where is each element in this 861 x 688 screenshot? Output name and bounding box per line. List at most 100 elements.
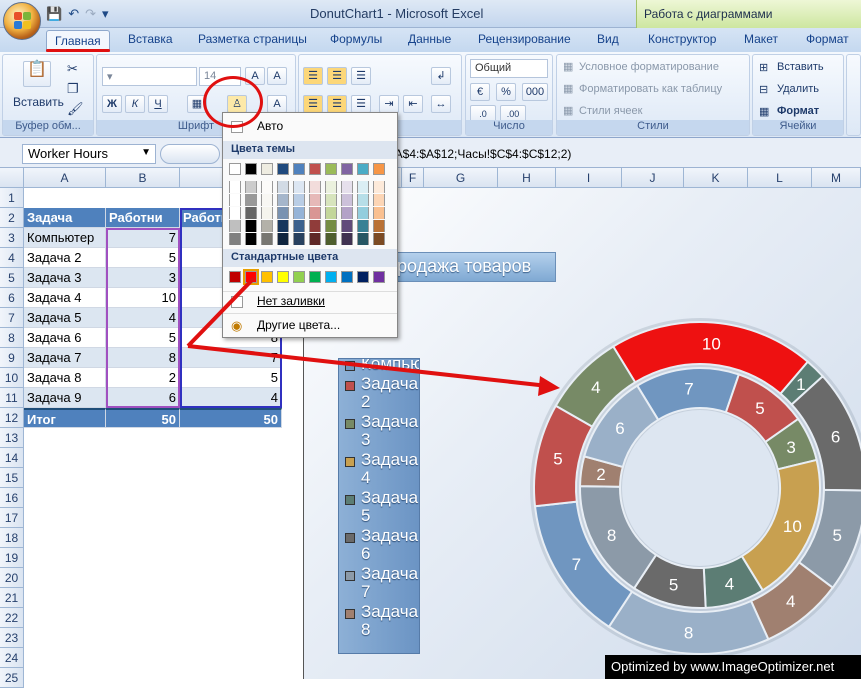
column-header[interactable]: M	[812, 168, 861, 188]
row-header[interactable]: 3	[0, 228, 24, 248]
indent-icon[interactable]: ⇥	[379, 95, 399, 113]
name-box-dropdown-icon[interactable]: ▼	[141, 147, 151, 158]
theme-color-shade[interactable]	[309, 233, 321, 245]
copy-icon[interactable]: ❐	[67, 81, 79, 97]
row-header[interactable]: 21	[0, 588, 24, 608]
theme-color-shade[interactable]	[245, 233, 257, 245]
align-left-icon[interactable]: ☰	[303, 95, 323, 113]
row-header[interactable]: 13	[0, 428, 24, 448]
legend-item[interactable]: Задача 6	[339, 527, 419, 563]
table-cell[interactable]: 10	[106, 288, 180, 308]
more-colors-item[interactable]: ◉ Другие цвета...	[223, 313, 397, 335]
row-header[interactable]: 2	[0, 208, 24, 228]
table-cell[interactable]: Задача 7	[24, 348, 106, 368]
theme-color-shade[interactable]	[325, 207, 337, 219]
legend-item[interactable]: Задача 2	[339, 375, 419, 411]
theme-color-shade[interactable]	[357, 220, 369, 232]
bold-button[interactable]: Ж	[102, 95, 122, 113]
office-button[interactable]	[3, 2, 41, 40]
table-header-cell[interactable]: Работни	[106, 208, 180, 228]
table-cell[interactable]: Компьютер	[24, 228, 106, 248]
table-cell[interactable]: 5	[106, 328, 180, 348]
theme-color-swatch[interactable]	[309, 163, 321, 175]
table-header-cell[interactable]: Задача	[24, 208, 106, 228]
select-all-corner[interactable]	[0, 168, 24, 188]
table-cell[interactable]: 5	[106, 248, 180, 268]
italic-button[interactable]: К	[125, 95, 145, 113]
tab-design[interactable]: Конструктор	[648, 32, 716, 46]
percent-button[interactable]: %	[496, 83, 516, 101]
theme-color-swatch[interactable]	[325, 163, 337, 175]
standard-color-swatch[interactable]	[373, 271, 385, 283]
legend-item[interactable]: Задача 4	[339, 451, 419, 487]
table-cell[interactable]: 3	[106, 268, 180, 288]
theme-color-swatch[interactable]	[245, 163, 257, 175]
shrink-font-icon[interactable]: A	[267, 67, 287, 85]
theme-color-shade[interactable]	[277, 181, 289, 193]
column-header[interactable]: L	[748, 168, 812, 188]
theme-color-shade[interactable]	[293, 207, 305, 219]
theme-color-shade[interactable]	[261, 207, 273, 219]
table-cell[interactable]: Задача 4	[24, 288, 106, 308]
row-header[interactable]: 1	[0, 188, 24, 208]
row-header[interactable]: 7	[0, 308, 24, 328]
delete-cells-button[interactable]: Удалить	[777, 83, 819, 95]
standard-color-swatch[interactable]	[357, 271, 369, 283]
legend-item[interactable]: Задача 3	[339, 413, 419, 449]
no-fill-item[interactable]: Нет заливки	[223, 291, 397, 311]
row-header[interactable]: 22	[0, 608, 24, 628]
theme-color-shade[interactable]	[229, 220, 241, 232]
cut-icon[interactable]: ✂	[67, 61, 78, 77]
row-header[interactable]: 17	[0, 508, 24, 528]
undo-icon[interactable]: ↶	[68, 6, 79, 22]
standard-color-swatch[interactable]	[229, 271, 241, 283]
row-header[interactable]: 15	[0, 468, 24, 488]
column-header[interactable]: H	[498, 168, 556, 188]
theme-color-shade[interactable]	[261, 233, 273, 245]
theme-color-shade[interactable]	[341, 194, 353, 206]
row-header[interactable]: 23	[0, 628, 24, 648]
align-top-icon[interactable]: ☰	[303, 67, 323, 85]
row-header[interactable]: 5	[0, 268, 24, 288]
tab-format[interactable]: Формат	[806, 32, 849, 46]
tab-page-layout[interactable]: Разметка страницы	[198, 32, 307, 46]
standard-color-swatch[interactable]	[277, 271, 289, 283]
theme-color-swatch[interactable]	[277, 163, 289, 175]
column-header[interactable]: I	[556, 168, 622, 188]
align-middle-icon[interactable]: ☰	[327, 67, 347, 85]
legend-item[interactable]: Задача 8	[339, 603, 419, 639]
row-header[interactable]: 10	[0, 368, 24, 388]
formula-buttons[interactable]	[160, 144, 220, 164]
conditional-format-button[interactable]: Условное форматирование	[579, 61, 719, 73]
theme-color-shade[interactable]	[261, 181, 273, 193]
column-header[interactable]: K	[684, 168, 748, 188]
theme-color-shade[interactable]	[245, 207, 257, 219]
theme-color-shade[interactable]	[309, 194, 321, 206]
theme-color-shade[interactable]	[309, 181, 321, 193]
theme-color-shade[interactable]	[373, 181, 385, 193]
tab-layout[interactable]: Макет	[744, 32, 778, 46]
theme-color-shade[interactable]	[373, 207, 385, 219]
row-header[interactable]: 24	[0, 648, 24, 668]
table-cell[interactable]: 5	[180, 368, 282, 388]
total-row-cell[interactable]: 50	[106, 408, 180, 428]
theme-color-shade[interactable]	[357, 194, 369, 206]
theme-color-swatch[interactable]	[357, 163, 369, 175]
table-cell[interactable]: 6	[106, 388, 180, 408]
formula-input[interactable]: $A$4:$A$12;Часы!$C$4:$C$12;2)	[388, 147, 571, 161]
table-cell[interactable]: 8	[106, 348, 180, 368]
theme-color-swatch[interactable]	[373, 163, 385, 175]
theme-color-shade[interactable]	[293, 220, 305, 232]
total-row-label[interactable]: Итог	[24, 408, 106, 428]
row-header[interactable]: 12	[0, 408, 24, 428]
format-painter-icon[interactable]: 🖌	[67, 101, 84, 117]
align-bottom-icon[interactable]: ☰	[351, 67, 371, 85]
theme-color-shade[interactable]	[245, 194, 257, 206]
standard-color-swatch[interactable]	[325, 271, 337, 283]
font-color-icon[interactable]: A	[267, 95, 287, 113]
paste-icon[interactable]: 📋	[23, 61, 51, 87]
row-header[interactable]: 16	[0, 488, 24, 508]
align-center-icon[interactable]: ☰	[327, 95, 347, 113]
table-cell[interactable]: 7	[180, 348, 282, 368]
format-cells-button[interactable]: Формат	[777, 105, 819, 117]
